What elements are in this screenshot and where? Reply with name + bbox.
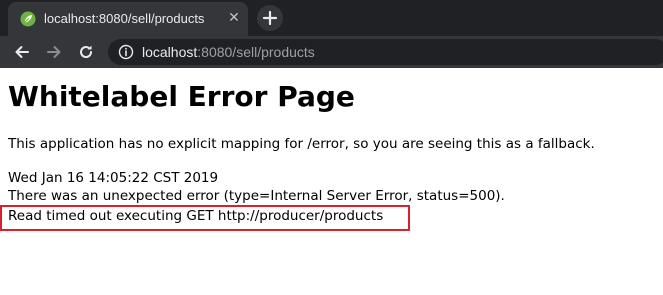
forward-button[interactable] — [44, 42, 64, 62]
arrow-right-icon — [47, 46, 61, 58]
reload-icon — [80, 45, 93, 58]
error-highlight-box — [0, 205, 410, 231]
url-host: localhost — [142, 44, 198, 60]
page-title: Whitelabel Error Page — [8, 80, 355, 113]
browser-tab[interactable]: localhost:8080/sell/products ✕ — [8, 2, 248, 36]
info-icon[interactable] — [118, 44, 134, 60]
browser-tabstrip: localhost:8080/sell/products ✕ — [0, 0, 663, 36]
error-summary: There was an unexpected error (type=Inte… — [8, 188, 505, 204]
reload-button[interactable] — [76, 42, 96, 62]
arrow-left-icon — [15, 46, 29, 58]
browser-toolbar: localhost:8080/sell/products — [0, 36, 663, 68]
back-button[interactable] — [12, 42, 32, 62]
tab-title: localhost:8080/sell/products — [44, 11, 205, 26]
spring-leaf-icon — [20, 11, 36, 27]
url-path: :8080/sell/products — [197, 44, 315, 60]
error-timestamp: Wed Jan 16 14:05:22 CST 2019 — [8, 170, 219, 186]
address-url: localhost:8080/sell/products — [142, 44, 315, 60]
address-bar[interactable]: localhost:8080/sell/products — [108, 39, 663, 65]
fallback-message: This application has no explicit mapping… — [8, 136, 595, 152]
page-content: Whitelabel Error Page This application h… — [0, 68, 663, 295]
plus-icon — [262, 10, 278, 26]
close-icon[interactable]: ✕ — [226, 10, 242, 26]
new-tab-button[interactable] — [257, 5, 283, 31]
